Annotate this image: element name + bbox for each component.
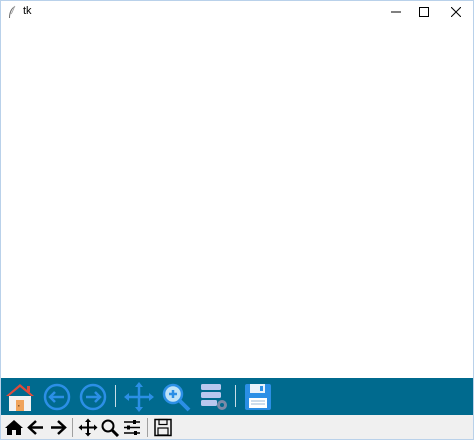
pan-button[interactable]	[123, 381, 155, 413]
back-button[interactable]	[41, 381, 73, 413]
home-button-small[interactable]	[4, 418, 24, 437]
maximize-icon	[419, 7, 429, 17]
tk-feather-icon	[9, 5, 16, 18]
home-icon	[6, 384, 34, 411]
subplots-button[interactable]	[198, 381, 230, 413]
configure-icon	[124, 420, 140, 435]
subplots-icon	[201, 384, 227, 410]
zoom-icon	[101, 419, 120, 438]
maximize-button[interactable]	[407, 1, 441, 23]
pan-icon	[78, 418, 98, 437]
toolbar-separator	[72, 418, 73, 437]
back-icon	[43, 383, 71, 411]
close-button[interactable]	[439, 1, 473, 23]
app-window: tk	[0, 0, 474, 440]
home-icon	[5, 420, 23, 435]
save-button-small[interactable]	[153, 418, 173, 437]
navigation-toolbar-primary	[1, 378, 473, 415]
zoom-button-small[interactable]	[100, 418, 120, 438]
pan-button-small[interactable]	[78, 418, 98, 437]
toolbar-separator	[235, 385, 236, 407]
toolbar-separator	[147, 418, 148, 437]
save-button[interactable]	[242, 381, 274, 413]
save-icon	[245, 384, 271, 410]
forward-icon	[51, 420, 67, 435]
forward-icon	[79, 383, 107, 411]
zoom-icon	[162, 383, 191, 412]
toolbar-separator	[115, 385, 116, 407]
zoom-button[interactable]	[160, 381, 192, 413]
navigation-toolbar-secondary	[1, 415, 473, 439]
home-button[interactable]	[4, 381, 36, 413]
forward-button-small[interactable]	[48, 418, 68, 437]
title-bar[interactable]: tk	[1, 1, 473, 23]
minimize-icon	[391, 11, 401, 13]
forward-button[interactable]	[77, 381, 109, 413]
pan-icon	[124, 382, 154, 412]
save-icon	[154, 418, 172, 437]
back-button-small[interactable]	[26, 418, 46, 437]
configure-button-small[interactable]	[122, 418, 142, 437]
close-icon	[451, 7, 461, 17]
back-icon	[27, 420, 43, 435]
window-title: tk	[23, 5, 32, 17]
figure-canvas[interactable]	[1, 23, 473, 378]
